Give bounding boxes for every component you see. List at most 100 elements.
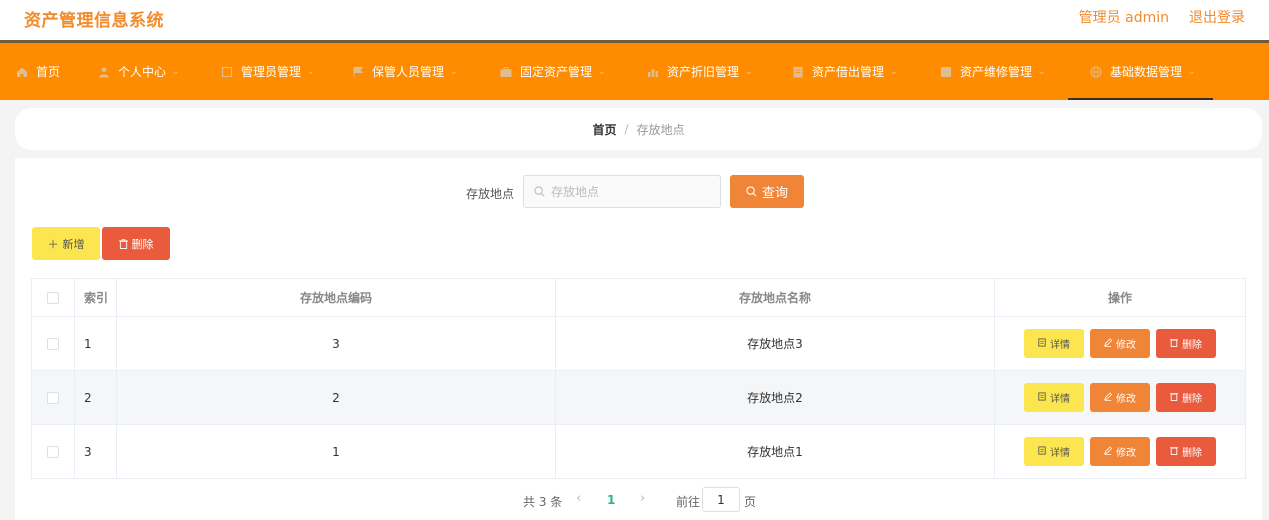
table-row: 1 3 存放地点3 详情 修改 删除 — [32, 317, 1245, 371]
document-icon — [792, 66, 804, 78]
breadcrumb-home[interactable]: 首页 — [592, 121, 616, 138]
cell-actions: 详情 修改 删除 — [995, 371, 1245, 424]
row-checkbox[interactable] — [47, 391, 59, 404]
edit-button-label: 修改 — [1116, 340, 1136, 351]
top-bar: 资产管理信息系统 管理员 admin 退出登录 — [0, 0, 1269, 40]
add-button[interactable]: ＋ 新增 — [32, 227, 100, 260]
nav-item-1[interactable]: 个人中心 ⌄ — [82, 43, 203, 100]
detail-button[interactable]: 详情 — [1024, 383, 1084, 412]
page-number[interactable]: 1 — [607, 493, 615, 507]
detail-button-label: 详情 — [1050, 394, 1070, 405]
nav-item-label: 资产借出管理 — [812, 65, 885, 79]
delete-button[interactable]: 删除 — [1156, 329, 1216, 358]
edit-button[interactable]: 修改 — [1090, 329, 1150, 358]
search-label: 存放地点 — [466, 187, 515, 201]
chevron-down-icon: ⌄ — [890, 66, 898, 77]
nav-item-label: 固定资产管理 — [520, 65, 593, 79]
plus-icon: ＋ — [47, 237, 59, 251]
home-icon — [16, 66, 28, 78]
cell-name: 存放地点2 — [556, 371, 995, 424]
delete-button[interactable]: 删除 — [1156, 437, 1216, 466]
search-form: 存放地点 查询 — [15, 175, 1262, 209]
nav-item-2[interactable]: 管理员管理 ⌄ — [203, 43, 336, 100]
edit-button[interactable]: 修改 — [1090, 383, 1150, 412]
chevron-down-icon: ⌄ — [172, 66, 180, 77]
chevron-down-icon: ⌄ — [307, 66, 315, 77]
nav-item-label: 资产维修管理 — [960, 65, 1033, 79]
goto-label: 前往 — [676, 495, 701, 509]
row-checkbox[interactable] — [47, 337, 59, 350]
pencil-icon — [1104, 445, 1113, 458]
globe-icon — [1090, 66, 1102, 78]
edit-button-label: 修改 — [1116, 448, 1136, 459]
column-header-name: 存放地点名称 — [556, 279, 995, 316]
trash-icon — [118, 238, 128, 249]
nav-item-label: 基础数据管理 — [1110, 65, 1183, 79]
nav-item-6[interactable]: 资产借出管理 ⌄ — [776, 43, 922, 100]
header-checkbox-cell — [32, 279, 75, 316]
query-button[interactable]: 查询 — [730, 175, 804, 208]
nav-item-8[interactable]: 基础数据管理 ⌄ — [1068, 43, 1213, 100]
tool-icon — [940, 66, 952, 78]
cell-actions: 详情 修改 删除 — [995, 425, 1245, 478]
detail-button[interactable]: 详情 — [1024, 329, 1084, 358]
search-input[interactable] — [551, 184, 701, 199]
breadcrumb: 首页 / 存放地点 — [15, 108, 1262, 150]
nav-item-label: 管理员管理 — [241, 65, 302, 79]
add-button-label: 新增 — [62, 237, 85, 251]
delete-button-label: 删除 — [1182, 340, 1202, 351]
edit-button[interactable]: 修改 — [1090, 437, 1150, 466]
bulk-delete-button[interactable]: 删除 — [102, 227, 170, 260]
search-field[interactable] — [523, 175, 721, 208]
content-card: 存放地点 查询 ＋ 新增 删除 索引 存放地点编码 存放地点名称 操作 13存放… — [15, 158, 1262, 520]
nav-item-7[interactable]: 资产维修管理 ⌄ — [922, 43, 1068, 100]
row-checkbox-cell — [32, 317, 75, 370]
cell-index: 2 — [75, 371, 117, 424]
search-icon — [534, 186, 545, 197]
nav-item-label: 首页 — [36, 65, 61, 79]
data-table: 索引 存放地点编码 存放地点名称 操作 1 3 存放地点3 详情 修改 删除 2 2 存放地点2… — [31, 278, 1246, 479]
next-page-icon[interactable]: › — [640, 491, 645, 506]
main-nav: 首页 个人中心 ⌄ 管理员管理 ⌄ 保管人员管理 ⌄ 固定资产管理 ⌄ 资产折旧管理 ⌄ 资产借出管理… — [0, 40, 1269, 100]
pagination-total: 共 3 条 — [523, 495, 563, 509]
pagination: 共 3 条 ‹ 1 › 前往 页 — [15, 487, 1262, 513]
table-row: 3 1 存放地点1 详情 修改 删除 — [32, 425, 1245, 478]
table-header-row: 索引 存放地点编码 存放地点名称 操作 — [32, 279, 1245, 317]
admin-icon — [221, 66, 233, 78]
current-user-label[interactable]: 管理员 admin — [1079, 7, 1169, 27]
briefcase-icon — [500, 66, 512, 78]
detail-button[interactable]: 详情 — [1024, 437, 1084, 466]
document-icon — [1038, 337, 1046, 350]
nav-item-0[interactable]: 首页 — [0, 43, 82, 100]
cell-index: 1 — [75, 317, 117, 370]
nav-item-4[interactable]: 固定资产管理 ⌄ — [483, 43, 629, 100]
nav-item-3[interactable]: 保管人员管理 ⌄ — [336, 43, 483, 100]
detail-button-label: 详情 — [1050, 448, 1070, 459]
column-header-code: 存放地点编码 — [117, 279, 556, 316]
pencil-icon — [1104, 391, 1113, 404]
detail-button-label: 详情 — [1050, 340, 1070, 351]
nav-item-label: 个人中心 — [118, 65, 167, 79]
app-title: 资产管理信息系统 — [24, 11, 164, 31]
delete-button[interactable]: 删除 — [1156, 383, 1216, 412]
cell-actions: 详情 修改 删除 — [995, 317, 1245, 370]
edit-button-label: 修改 — [1116, 394, 1136, 405]
chevron-down-icon: ⌄ — [1188, 66, 1196, 77]
row-checkbox[interactable] — [47, 445, 59, 458]
chart-icon — [647, 66, 659, 78]
top-right-actions: 管理员 admin 退出登录 — [1079, 7, 1245, 27]
page-unit-label: 页 — [744, 495, 757, 509]
nav-item-label: 资产折旧管理 — [667, 65, 740, 79]
query-button-label: 查询 — [761, 186, 788, 201]
delete-button-label: 删除 — [1182, 394, 1202, 405]
search-icon — [746, 186, 757, 197]
nav-item-5[interactable]: 资产折旧管理 ⌄ — [629, 43, 776, 100]
select-all-checkbox[interactable] — [47, 291, 59, 304]
chevron-down-icon: ⌄ — [745, 66, 753, 77]
chevron-down-icon: ⌄ — [450, 66, 458, 77]
row-checkbox-cell — [32, 371, 75, 424]
prev-page-icon[interactable]: ‹ — [576, 491, 581, 506]
logout-link[interactable]: 退出登录 — [1189, 7, 1245, 27]
goto-page-input[interactable] — [702, 487, 740, 512]
column-header-index: 索引 — [75, 279, 117, 316]
